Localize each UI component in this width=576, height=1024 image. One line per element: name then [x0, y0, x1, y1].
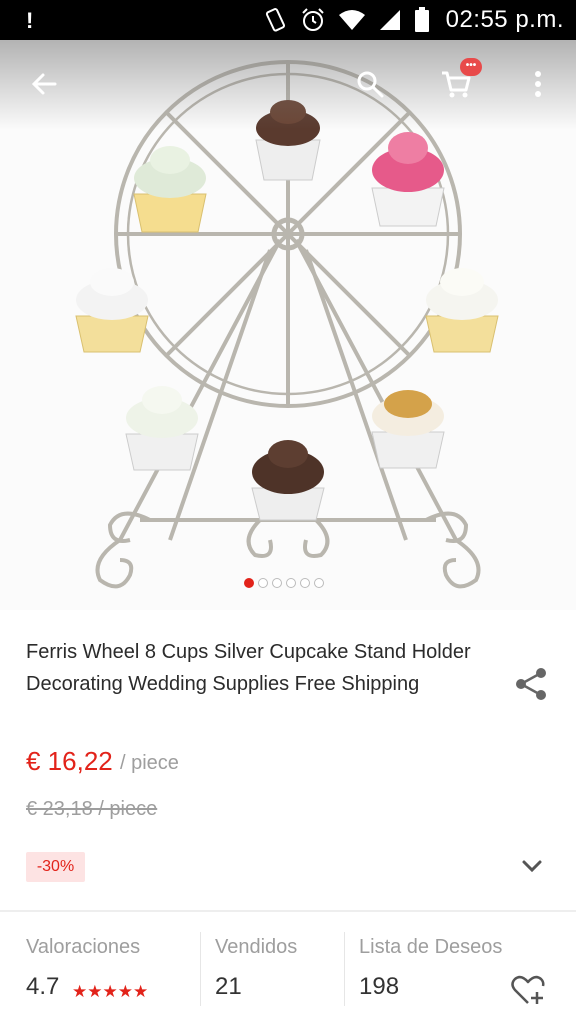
chevron-down-icon [522, 860, 542, 873]
wishlist-stat: Lista de Deseos 198 [359, 936, 502, 1001]
divider [344, 932, 345, 1006]
current-price: € 16,22 [26, 746, 113, 776]
pager-dot[interactable] [286, 578, 296, 588]
wishlist-label: Lista de Deseos [359, 936, 503, 958]
sold-stat: Vendidos 21 [215, 936, 297, 1001]
signal-icon [380, 10, 400, 30]
more-options-button[interactable] [516, 62, 560, 106]
sold-value: 21 [215, 973, 242, 1000]
product-title: Ferris Wheel 8 Cups Silver Cupcake Stand… [26, 641, 471, 695]
clock: 02:55 p.m. [445, 6, 564, 33]
pager-dot[interactable] [314, 578, 324, 588]
pager-dot[interactable] [272, 578, 282, 588]
more-vert-icon [535, 71, 541, 97]
expand-button[interactable] [518, 852, 546, 880]
pager-dot[interactable] [244, 578, 254, 588]
gallery-pager [244, 578, 324, 588]
rating-stars: ★★★★★ [72, 982, 149, 1001]
heart-add-icon [511, 975, 545, 1004]
price-unit: / piece [120, 752, 179, 774]
original-price: € 23,18 / piece [26, 798, 158, 820]
sold-label: Vendidos [215, 936, 298, 958]
share-button[interactable] [512, 664, 552, 704]
product-stats: Valoraciones 4.7 ★★★★★ Vendidos 21 Lista… [0, 912, 576, 1024]
add-to-wishlist-button[interactable] [510, 972, 546, 1008]
wishlist-value: 198 [359, 973, 400, 1000]
divider [200, 932, 201, 1006]
back-arrow-icon [31, 73, 57, 95]
notification-icon: ! [26, 8, 34, 33]
share-icon [516, 668, 546, 700]
rating-label: Valoraciones [26, 936, 141, 958]
search-icon [357, 71, 384, 98]
alarm-icon [302, 8, 324, 31]
status-icons [262, 6, 430, 34]
search-button[interactable] [348, 62, 392, 106]
pager-dot[interactable] [300, 578, 310, 588]
cart-badge: ••• [460, 58, 482, 76]
vibrate-icon [265, 8, 286, 32]
battery-icon [415, 7, 429, 32]
pager-dot[interactable] [258, 578, 268, 588]
status-bar: ! 02:55 p.m. [0, 0, 576, 40]
wifi-icon [339, 10, 365, 30]
back-button[interactable] [22, 62, 66, 106]
discount-badge: -30% [26, 852, 85, 882]
top-toolbar [0, 40, 576, 130]
